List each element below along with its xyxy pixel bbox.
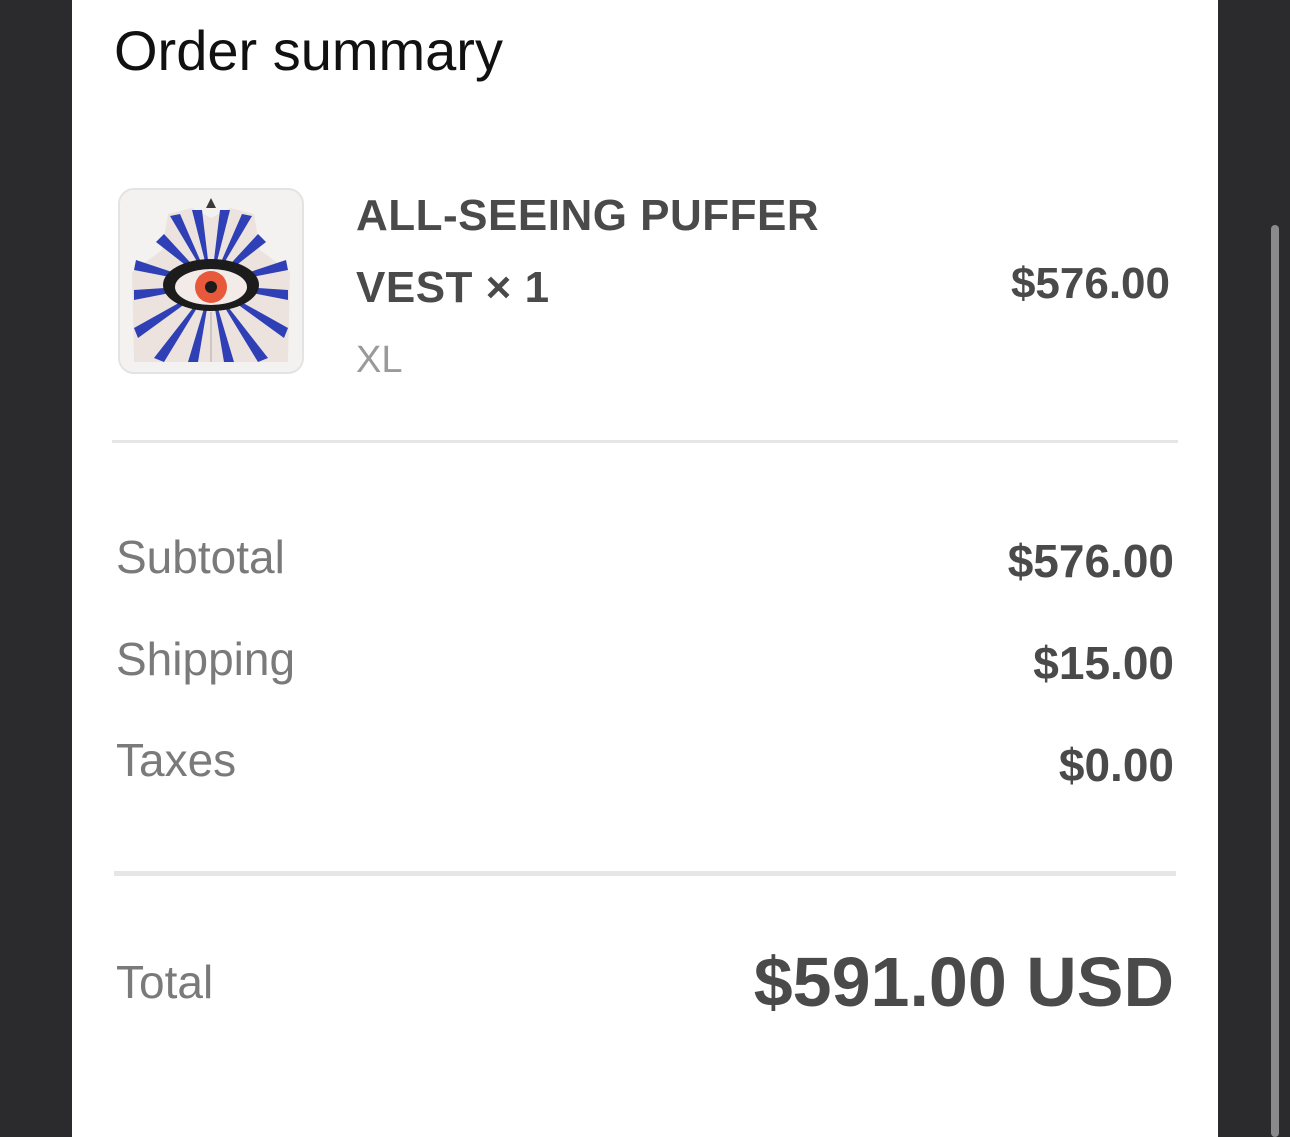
product-price: $576.00 — [1010, 259, 1170, 308]
order-summary-panel: Order summary ALL-SEEING PUFFER VEST × 1… — [72, 0, 1218, 1137]
scrollbar[interactable] — [1271, 225, 1279, 1137]
total-value: $591.00 USD — [753, 943, 1174, 1021]
taxes-label: Taxes — [116, 734, 237, 786]
puffer-vest-eye-image — [120, 190, 302, 372]
order-summary-heading: Order summary — [114, 19, 503, 82]
item-divider — [112, 440, 1178, 443]
product-name: ALL-SEEING PUFFER VEST × 1 — [356, 191, 820, 312]
taxes-value: $0.00 — [1058, 739, 1174, 791]
product-variant: XL — [356, 339, 403, 381]
totals-divider — [114, 871, 1176, 876]
product-thumbnail[interactable] — [118, 188, 304, 374]
subtotal-value: $576.00 — [1007, 535, 1174, 587]
subtotal-label: Subtotal — [116, 531, 285, 583]
shipping-label: Shipping — [116, 633, 296, 685]
total-label: Total — [116, 956, 214, 1008]
shipping-value: $15.00 — [1033, 637, 1174, 689]
